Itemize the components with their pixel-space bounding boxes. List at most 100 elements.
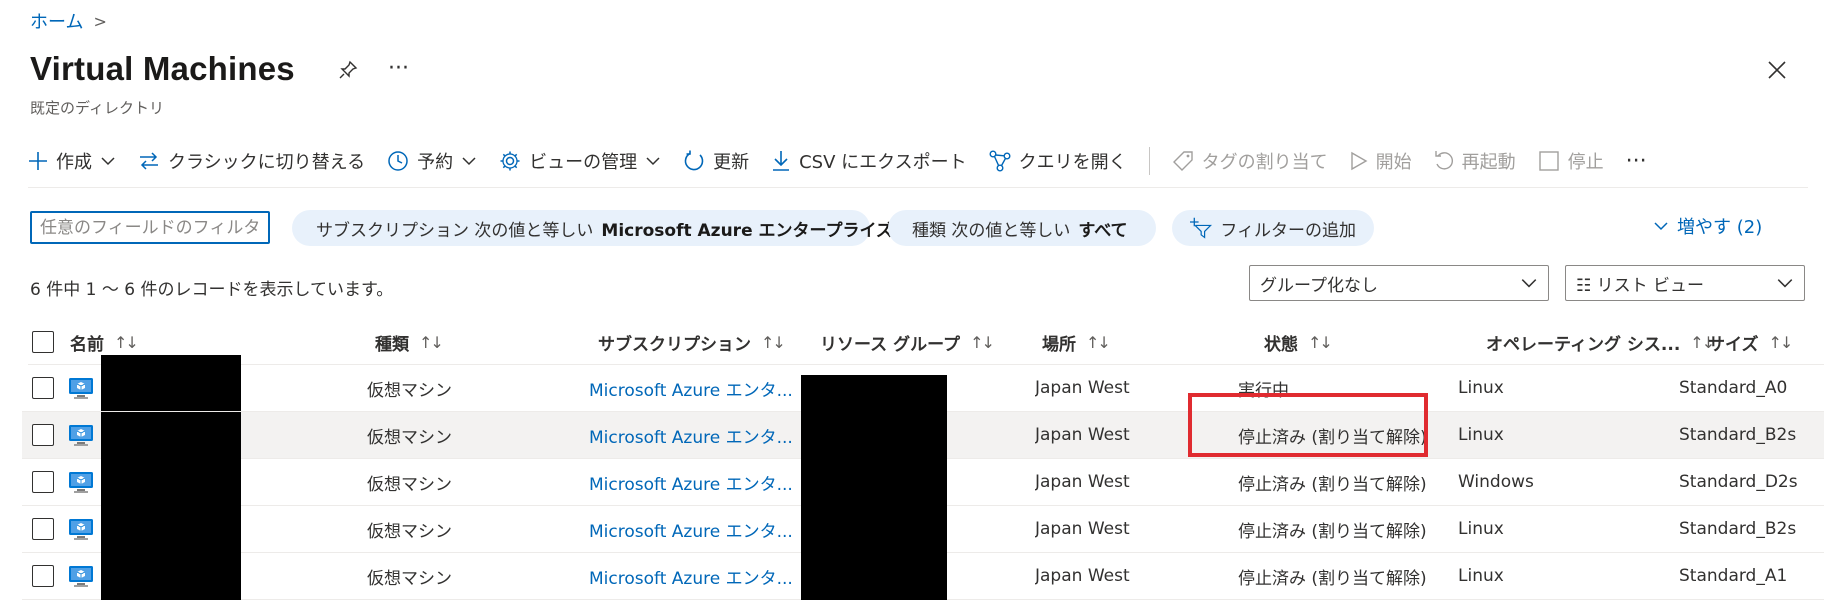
switch-classic-button[interactable]: クラシックに切り替える: [138, 148, 365, 174]
sort-icon: ↑↓: [1308, 332, 1333, 352]
toolbar-divider-line: [28, 187, 1808, 188]
group-by-dropdown[interactable]: グループ化なし: [1249, 265, 1549, 301]
cell-size: Standard_B2s: [1679, 519, 1797, 539]
start-button[interactable]: 開始: [1350, 148, 1412, 174]
table-row[interactable]: 仮想マシン Microsoft Azure エンタ... Japan West 実行中…: [22, 355, 1824, 412]
column-os-label: オペレーティング シス...: [1486, 334, 1681, 355]
breadcrumb-home-link[interactable]: ホーム: [30, 8, 83, 34]
redacted-name: [101, 459, 241, 506]
column-header-type[interactable]: 種類 ↑↓: [375, 320, 444, 364]
subscription-filter-pill[interactable]: サブスクリプション 次の値と等しい Microsoft Azure エンタープラ…: [292, 210, 893, 246]
cell-subscription-link[interactable]: Microsoft Azure エンタ...: [589, 553, 804, 599]
play-icon: [1350, 151, 1368, 171]
stop-label: 停止: [1567, 152, 1604, 173]
column-header-resource-group[interactable]: リソース グループ ↑↓: [820, 320, 995, 364]
row-checkbox[interactable]: [32, 424, 54, 446]
refresh-icon: [684, 150, 704, 171]
sort-icon: ↑↓: [1768, 332, 1794, 352]
graph-nodes-icon: [989, 150, 1011, 172]
table-row[interactable]: 仮想マシン Microsoft Azure エンタ... Japan West 停止済…: [22, 506, 1824, 553]
pin-icon[interactable]: [338, 60, 358, 84]
more-filters-label: 増やす (2): [1677, 217, 1763, 238]
virtual-machine-icon: [68, 377, 94, 405]
select-all-checkbox[interactable]: [32, 331, 54, 353]
cell-subscription-link[interactable]: Microsoft Azure エンタ...: [589, 365, 804, 411]
chevron-down-icon: [1654, 222, 1668, 231]
cell-status: 停止済み (割り当て解除): [1238, 521, 1427, 542]
manage-view-label: ビューの管理: [529, 152, 638, 173]
reservation-button[interactable]: 予約: [387, 148, 477, 174]
cell-location: Japan West: [1035, 472, 1130, 492]
type-filter-pill[interactable]: 種類 次の値と等しい すべて: [888, 210, 1156, 246]
redacted-name: [101, 355, 241, 411]
virtual-machine-icon: [68, 518, 94, 546]
assign-tags-label: タグの割り当て: [1201, 152, 1328, 173]
group-by-value: グループ化なし: [1260, 275, 1378, 296]
cell-subscription-link[interactable]: Microsoft Azure エンタ...: [589, 459, 804, 505]
table-row[interactable]: 仮想マシン Microsoft Azure エンタ... Japan West 停止済…: [22, 553, 1824, 600]
redacted-resource-group: [801, 459, 947, 506]
gear-icon: [500, 151, 520, 171]
table-row[interactable]: 仮想マシン Microsoft Azure エンタ... Japan West 停止済…: [22, 412, 1824, 459]
cell-size: Standard_B2s: [1679, 425, 1797, 445]
cell-type: 仮想マシン: [367, 474, 452, 495]
manage-view-button[interactable]: ビューの管理: [499, 148, 661, 174]
export-csv-button[interactable]: CSV にエクスポート: [771, 148, 967, 174]
cell-type: 仮想マシン: [367, 380, 452, 401]
open-query-button[interactable]: クエリを開く: [989, 148, 1127, 174]
redacted-name: [101, 412, 241, 459]
column-header-subscription[interactable]: サブスクリプション ↑↓: [598, 320, 786, 364]
redacted-resource-group: [801, 553, 947, 600]
page-subtitle: 既定のディレクトリ: [30, 99, 164, 117]
add-filter-label: フィルターの追加: [1220, 220, 1356, 241]
column-header-size[interactable]: サイズ ↑↓: [1708, 320, 1794, 364]
filter-search-input[interactable]: [30, 211, 270, 244]
type-filter-label: 種類 次の値と等しい: [912, 220, 1071, 241]
column-location-label: 場所: [1042, 334, 1076, 355]
reservation-label: 予約: [417, 152, 454, 173]
row-checkbox[interactable]: [32, 377, 54, 399]
refresh-label: 更新: [713, 152, 750, 173]
cell-status: 停止済み (割り当て解除): [1238, 474, 1427, 495]
cell-os: Windows: [1458, 472, 1534, 492]
sort-icon: ↑↓: [114, 332, 139, 352]
table-row[interactable]: 仮想マシン Microsoft Azure エンタ... Japan West 停止済…: [22, 459, 1824, 506]
start-label: 開始: [1375, 152, 1412, 173]
assign-tags-button[interactable]: タグの割り当て: [1172, 148, 1328, 174]
cell-subscription-link[interactable]: Microsoft Azure エンタ...: [589, 412, 804, 458]
export-csv-label: CSV にエクスポート: [799, 152, 967, 173]
tag-icon: [1172, 151, 1193, 171]
cell-subscription-link[interactable]: Microsoft Azure エンタ...: [589, 506, 804, 552]
subscription-filter-label: サブスクリプション 次の値と等しい: [316, 220, 594, 241]
view-mode-dropdown[interactable]: ☷ リスト ビュー: [1565, 265, 1805, 301]
sort-icon: ↑↓: [419, 332, 444, 352]
refresh-button[interactable]: 更新: [683, 148, 749, 174]
row-checkbox[interactable]: [32, 565, 54, 587]
switch-arrows-icon: [140, 152, 158, 170]
create-button[interactable]: 作成: [28, 148, 116, 174]
download-icon: [773, 151, 790, 171]
add-filter-icon: [1190, 217, 1213, 239]
column-header-status[interactable]: 状態 ↑↓: [1264, 320, 1333, 364]
more-options-icon[interactable]: ···: [388, 56, 409, 81]
toolbar-more-icon[interactable]: ···: [1626, 149, 1647, 174]
restart-button[interactable]: 再起動: [1434, 148, 1516, 174]
redacted-name: [101, 506, 241, 553]
plus-icon: [29, 152, 47, 170]
add-filter-button[interactable]: フィルターの追加: [1172, 210, 1374, 246]
toolbar-divider: [1148, 147, 1150, 175]
column-header-location[interactable]: 場所 ↑↓: [1042, 320, 1111, 364]
cell-os: Linux: [1458, 425, 1504, 445]
column-header-os[interactable]: オペレーティング シス... ↑↓: [1486, 320, 1715, 364]
row-checkbox[interactable]: [32, 518, 54, 540]
column-status-label: 状態: [1264, 334, 1298, 355]
column-resource-group-label: リソース グループ: [820, 334, 961, 355]
close-icon[interactable]: [1767, 60, 1787, 84]
more-filters-button[interactable]: 増やす (2): [1653, 213, 1762, 239]
create-label: 作成: [56, 152, 92, 173]
cell-size: Standard_D2s: [1679, 472, 1798, 492]
stop-button[interactable]: 停止: [1538, 148, 1604, 174]
open-query-label: クエリを開く: [1018, 152, 1127, 173]
chevron-down-icon: [101, 157, 115, 166]
row-checkbox[interactable]: [32, 471, 54, 493]
